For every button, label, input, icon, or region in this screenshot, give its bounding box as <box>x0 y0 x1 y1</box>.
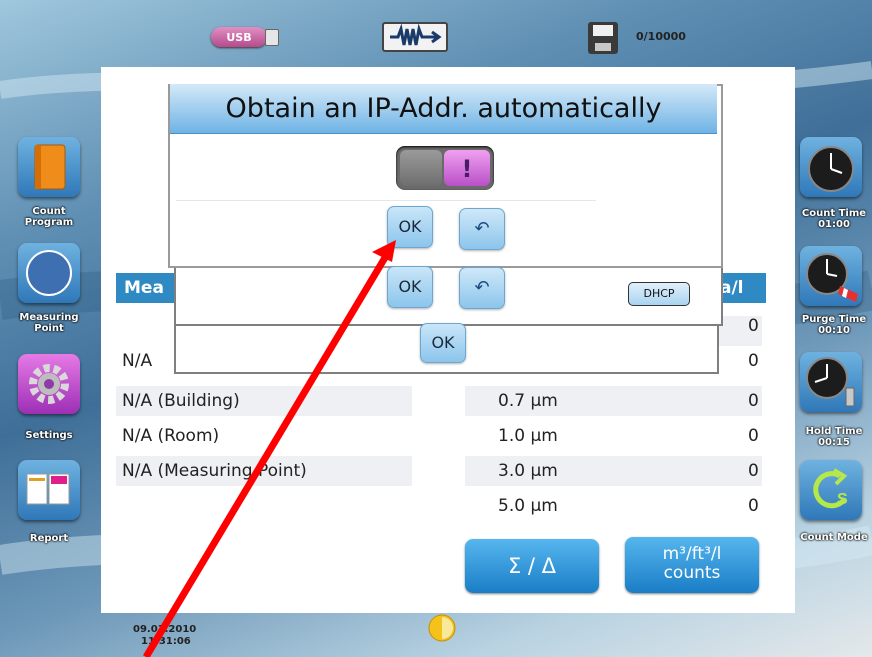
count-time-label: Count Time 01:00 <box>801 208 867 230</box>
sum-delta-button[interactable]: Σ / Δ <box>465 539 599 593</box>
purge-clock-icon <box>806 253 858 302</box>
count-mode-label: Count Mode <box>800 532 868 543</box>
gear-icon <box>29 364 69 404</box>
count-program-button[interactable] <box>18 137 80 197</box>
date-text: 09.01.2010 <box>133 624 197 635</box>
count-value: 0 <box>748 461 759 481</box>
memory-counter: 0/10000 <box>636 30 686 43</box>
size-3-0: 3.0 µm <box>498 461 558 481</box>
back-arrow-icon: ↶ <box>474 218 490 239</box>
measuring-point-button[interactable] <box>18 243 80 303</box>
measuring-point-label: Measuring Point <box>19 312 79 334</box>
hold-time-label: Hold Time 00:15 <box>805 426 863 448</box>
units-line1: m³/ft³/l <box>662 544 722 564</box>
purge-time-label: Purge Time 00:10 <box>801 314 867 336</box>
location-building: N/A (Building) <box>122 391 240 411</box>
count-time-value: 01:00 <box>818 219 850 230</box>
floppy-disk-icon <box>588 22 618 54</box>
toggle-on-segment: ! <box>444 150 490 186</box>
purge-time-button[interactable] <box>800 246 862 306</box>
compass-icon <box>26 250 72 296</box>
location-room: N/A (Room) <box>122 426 220 446</box>
count-value: 0 <box>748 351 759 371</box>
count-value: 0 <box>748 316 759 336</box>
count-mode-button[interactable]: S <box>800 460 862 520</box>
datetime: 09.01.2010 11:31:06 <box>133 624 196 648</box>
usb-indicator: USB <box>211 27 267 47</box>
back-button-layer2[interactable]: ↶ <box>459 267 505 309</box>
usb-plug-icon <box>265 29 279 46</box>
count-value: 0 <box>748 496 759 516</box>
toggle-off-segment <box>400 150 442 186</box>
dialog-divider <box>176 200 596 201</box>
location-site: N/A <box>122 351 153 371</box>
svg-text:S: S <box>837 491 848 508</box>
count-mode-icon: S <box>813 468 848 509</box>
signal-wave-icon <box>382 22 448 52</box>
count-value: 0 <box>748 391 759 411</box>
settings-label: Settings <box>25 430 73 441</box>
dhcp-button[interactable]: DHCP <box>628 282 690 306</box>
dialog-title: Obtain an IP-Addr. automatically <box>170 84 717 134</box>
hold-time-button[interactable] <box>800 352 862 412</box>
location-measuring-point: N/A (Measuring Point) <box>122 461 307 481</box>
time-text: 11:31:06 <box>141 636 191 647</box>
report-label: Report <box>29 533 69 544</box>
auto-ip-toggle[interactable]: ! <box>396 146 494 190</box>
ok-button-layer3[interactable]: OK <box>420 323 466 363</box>
count-time-button[interactable] <box>800 137 862 197</box>
units-toggle-button[interactable]: m³/ft³/l counts <box>625 537 759 593</box>
size-0-7: 0.7 µm <box>498 391 558 411</box>
table-header-right: a/l <box>716 273 766 303</box>
book-icon <box>34 144 66 190</box>
report-icon <box>26 473 70 505</box>
clock-icon <box>808 146 854 192</box>
size-1-0: 1.0 µm <box>498 426 558 446</box>
ok-button-layer2[interactable]: OK <box>387 266 433 308</box>
usb-label: USB <box>226 30 252 44</box>
count-program-label: Count Program <box>24 206 74 228</box>
size-5-0: 5.0 µm <box>498 496 558 516</box>
brightness-icon[interactable] <box>427 613 457 643</box>
units-line2: counts <box>663 563 721 583</box>
purge-time-value: 00:10 <box>818 325 850 336</box>
settings-button[interactable] <box>18 354 80 414</box>
ok-button[interactable]: OK <box>387 206 433 248</box>
hold-clock-icon <box>806 357 855 407</box>
hold-time-value: 00:15 <box>818 437 850 448</box>
count-value: 0 <box>748 426 759 446</box>
back-button[interactable]: ↶ <box>459 208 505 250</box>
report-button[interactable] <box>18 460 80 520</box>
back-arrow-icon: ↶ <box>474 277 490 298</box>
